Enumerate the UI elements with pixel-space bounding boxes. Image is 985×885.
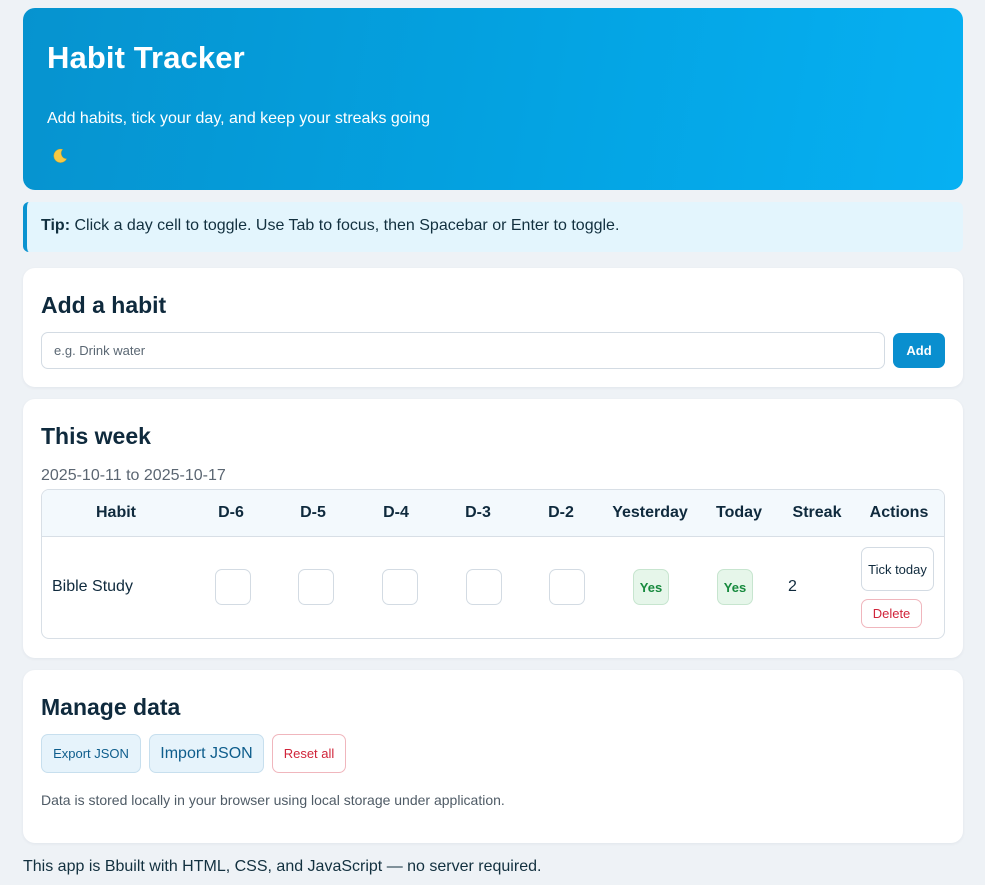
add-habit-card: Add a habit Add bbox=[23, 268, 963, 387]
manage-data-card: Manage data Export JSON Import JSON Rese… bbox=[23, 670, 963, 843]
habit-table: Habit D-6 D-5 D-4 D-3 D-2 Yesterday Toda… bbox=[41, 489, 945, 639]
delete-habit-button[interactable]: Delete bbox=[861, 599, 922, 628]
table-row: Bible Study Yes Yes 2 Tick today Delete bbox=[42, 537, 944, 638]
export-json-button[interactable]: Export JSON bbox=[41, 734, 141, 773]
theme-toggle-button[interactable] bbox=[47, 144, 73, 170]
table-header: Habit D-6 D-5 D-4 D-3 D-2 Yesterday Toda… bbox=[42, 490, 944, 537]
reset-all-button[interactable]: Reset all bbox=[272, 734, 346, 773]
day-cell-yesterday[interactable]: Yes bbox=[633, 569, 669, 605]
tip-text: Click a day cell to toggle. Use Tab to f… bbox=[70, 217, 620, 234]
column-header-d2: D-2 bbox=[548, 504, 574, 521]
column-header-d4: D-4 bbox=[383, 504, 409, 521]
day-cell-d5[interactable] bbox=[298, 569, 334, 605]
column-header-d3: D-3 bbox=[465, 504, 491, 521]
day-cell-d3[interactable] bbox=[466, 569, 502, 605]
app-title: Habit Tracker bbox=[47, 40, 245, 75]
habit-name-input[interactable] bbox=[41, 332, 885, 369]
week-title: This week bbox=[41, 423, 151, 449]
tip-label: Tip: bbox=[41, 217, 71, 234]
tick-today-button[interactable]: Tick today bbox=[861, 547, 934, 591]
day-cell-d4[interactable] bbox=[382, 569, 418, 605]
week-range: 2025-10-11 to 2025-10-17 bbox=[41, 467, 226, 484]
footer-text: This app is Bbuilt with HTML, CSS, and J… bbox=[23, 858, 542, 875]
column-header-today: Today bbox=[716, 504, 762, 521]
column-header-habit: Habit bbox=[96, 504, 136, 521]
column-header-streak: Streak bbox=[792, 504, 842, 521]
day-cell-d6[interactable] bbox=[215, 569, 251, 605]
streak-count: 2 bbox=[788, 578, 797, 595]
app-header: Habit Tracker Add habits, tick your day,… bbox=[23, 8, 963, 190]
habit-name: Bible Study bbox=[52, 578, 133, 595]
app-subtitle: Add habits, tick your day, and keep your… bbox=[47, 110, 431, 127]
column-header-d6: D-6 bbox=[218, 504, 244, 521]
storage-note: Data is stored locally in your browser u… bbox=[41, 792, 505, 808]
column-header-yesterday: Yesterday bbox=[612, 504, 688, 521]
week-card: This week 2025-10-11 to 2025-10-17 Habit… bbox=[23, 399, 963, 658]
day-cell-d2[interactable] bbox=[549, 569, 585, 605]
column-header-d5: D-5 bbox=[300, 504, 326, 521]
tip-banner: Tip: Click a day cell to toggle. Use Tab… bbox=[23, 202, 963, 252]
day-cell-today[interactable]: Yes bbox=[717, 569, 753, 605]
add-habit-button[interactable]: Add bbox=[893, 333, 945, 368]
add-habit-title: Add a habit bbox=[41, 292, 167, 318]
import-json-button[interactable]: Import JSON bbox=[149, 734, 264, 773]
column-header-actions: Actions bbox=[869, 504, 929, 521]
crescent-moon-icon bbox=[51, 147, 69, 168]
manage-data-title: Manage data bbox=[41, 694, 181, 720]
